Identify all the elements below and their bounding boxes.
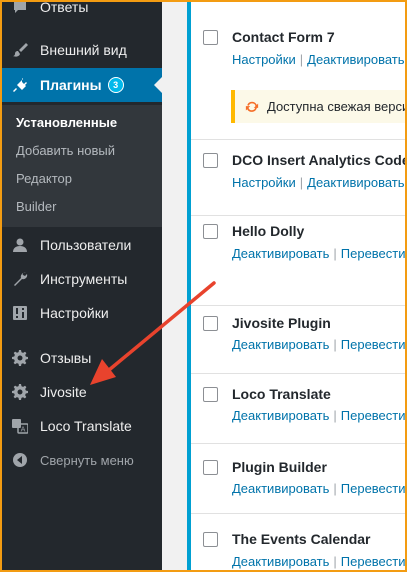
plugin-row: DCO Insert Analytics Code Настройки | Деак… <box>191 139 407 216</box>
collapse-menu-button[interactable]: Свернуть меню <box>2 443 162 477</box>
separator: | <box>333 554 337 569</box>
collapse-icon <box>12 452 28 468</box>
separator: | <box>333 246 337 261</box>
plugins-submenu: Установленные Добавить новый Редактор Bu… <box>2 105 162 227</box>
plugin-name: Jivosite Plugin <box>232 315 331 331</box>
translate-link[interactable]: Перевести <box>341 481 405 496</box>
gear-icon <box>12 384 28 400</box>
submenu-installed[interactable]: Установленные <box>16 115 117 130</box>
menu-label: Свернуть меню <box>40 452 134 468</box>
plugin-checkbox[interactable] <box>203 316 218 331</box>
menu-item-tools[interactable]: Инструменты <box>2 262 162 296</box>
menu-item-comments[interactable]: Ответы <box>2 0 162 24</box>
deactivate-link[interactable]: Деактивировать <box>232 554 329 569</box>
settings-link[interactable]: Настройки <box>232 175 296 190</box>
plugin-row: The Events Calendar Деактивировать | Перев… <box>191 513 405 570</box>
translate-link[interactable]: Перевести <box>341 337 405 352</box>
plugin-actions: Настройки | Деактивировать <box>232 52 405 67</box>
plugin-name: DCO Insert Analytics Code <box>232 152 407 168</box>
submenu-builder[interactable]: Builder <box>16 199 56 214</box>
plugins-content: Contact Form 7 Настройки | Деактивировать … <box>162 2 407 570</box>
menu-label: Jivosite <box>40 384 87 400</box>
plugin-name: Hello Dolly <box>232 223 305 239</box>
menu-label: Пользователи <box>40 237 132 253</box>
translate-icon: A <box>12 418 28 434</box>
plugin-name: Contact Form 7 <box>232 29 335 45</box>
settings-link[interactable]: Настройки <box>232 52 296 67</box>
menu-item-loco-translate[interactable]: A Loco Translate <box>2 409 162 443</box>
deactivate-link[interactable]: Деактивировать <box>232 337 329 352</box>
active-indicator <box>154 77 162 93</box>
svg-text:A: A <box>21 426 26 434</box>
plugin-actions: Деактивировать | Перевести <box>232 554 405 569</box>
separator: | <box>299 175 304 190</box>
deactivate-link[interactable]: Деактивировать <box>307 175 404 190</box>
deactivate-link[interactable]: Деактивировать <box>307 52 404 67</box>
paintbrush-icon <box>12 42 28 58</box>
translate-link[interactable]: Перевести <box>341 246 405 261</box>
translate-link[interactable]: Перевести <box>341 408 405 423</box>
plugin-checkbox[interactable] <box>203 387 218 402</box>
plugin-name: The Events Calendar <box>232 531 371 547</box>
settings-icon <box>12 305 28 321</box>
update-icon <box>245 100 259 114</box>
menu-label: Loco Translate <box>40 418 132 434</box>
menu-item-settings[interactable]: Настройки <box>2 296 162 330</box>
plugin-row: Jivosite Plugin Деактивировать | Перевести <box>191 305 405 374</box>
plugin-row: Contact Form 7 Настройки | Деактивировать … <box>191 2 405 140</box>
deactivate-link[interactable]: Деактивировать <box>232 481 329 496</box>
menu-label: Ответы <box>40 0 89 15</box>
menu-label: Плагины <box>40 77 102 93</box>
menu-item-reviews[interactable]: Отзывы <box>2 341 162 375</box>
plugins-icon <box>12 77 28 93</box>
admin-sidebar: Ответы Внешний вид Плагины 3 Установленн… <box>2 0 162 570</box>
plugin-actions: Настройки | Деактивировать <box>232 175 405 190</box>
menu-item-users[interactable]: Пользователи <box>2 228 162 262</box>
plugin-name: Plugin Builder <box>232 459 327 475</box>
update-count-badge: 3 <box>107 77 124 93</box>
menu-label: Внешний вид <box>40 42 127 58</box>
plugin-checkbox[interactable] <box>203 532 218 547</box>
plugin-row: Loco Translate Деактивировать | Перевести <box>191 373 405 444</box>
menu-label: Инструменты <box>40 271 128 287</box>
translate-link[interactable]: Перевести <box>341 554 405 569</box>
update-notice-text[interactable]: Доступна свежая версия <box>267 99 405 114</box>
deactivate-link[interactable]: Деактивировать <box>232 408 329 423</box>
tools-icon <box>12 271 28 287</box>
plugin-row: Hello Dolly Деактивировать | Перевести <box>191 215 405 306</box>
screenshot-frame: Ответы Внешний вид Плагины 3 Установленн… <box>0 0 407 572</box>
menu-label: Отзывы <box>40 350 92 366</box>
separator: | <box>333 481 337 496</box>
submenu-editor[interactable]: Редактор <box>16 171 72 186</box>
menu-item-jivosite[interactable]: Jivosite <box>2 375 162 409</box>
submenu-add-new[interactable]: Добавить новый <box>16 143 115 158</box>
menu-item-plugins[interactable]: Плагины 3 <box>2 68 162 102</box>
plugins-table: Contact Form 7 Настройки | Деактивировать … <box>187 2 407 570</box>
plugin-row: Plugin Builder Деактивировать | Перевести <box>191 443 405 514</box>
plugin-actions: Деактивировать | Перевести <box>232 408 405 423</box>
plugin-checkbox[interactable] <box>203 460 218 475</box>
plugin-name: Loco Translate <box>232 386 331 402</box>
plugin-checkbox[interactable] <box>203 153 218 168</box>
plugin-actions: Деактивировать | Перевести <box>232 481 405 496</box>
menu-label: Настройки <box>40 305 109 321</box>
deactivate-link[interactable]: Деактивировать <box>232 246 329 261</box>
comments-icon <box>12 2 28 15</box>
plugin-checkbox[interactable] <box>203 30 218 45</box>
separator: | <box>299 52 304 67</box>
update-notice: Доступна свежая версия <box>231 90 405 123</box>
separator: | <box>333 408 337 423</box>
plugin-actions: Деактивировать | Перевести <box>232 337 405 352</box>
users-icon <box>12 237 28 253</box>
plugin-checkbox[interactable] <box>203 224 218 239</box>
gear-icon <box>12 350 28 366</box>
menu-item-appearance[interactable]: Внешний вид <box>2 33 162 67</box>
separator: | <box>333 337 337 352</box>
plugin-actions: Деактивировать | Перевести <box>232 246 405 261</box>
